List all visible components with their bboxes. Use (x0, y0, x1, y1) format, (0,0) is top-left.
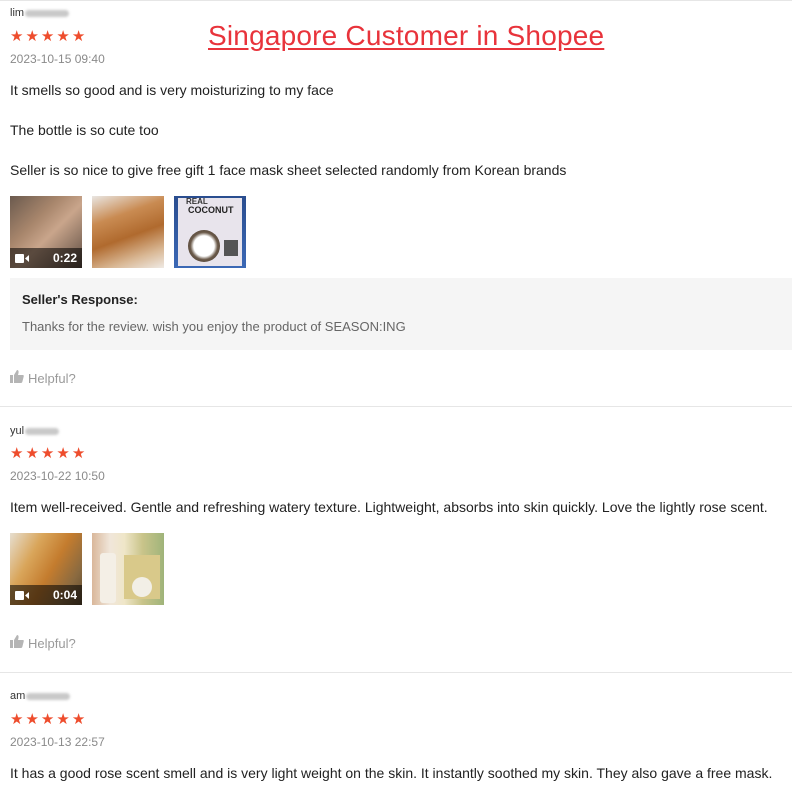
star-icon: ★ (40, 445, 55, 462)
video-camera-icon (15, 590, 29, 600)
video-bar: 0:22 (10, 248, 82, 268)
review-timestamp: 2023-10-15 09:40 (10, 52, 105, 66)
review-text-line: Seller is so nice to give free gift 1 fa… (10, 162, 567, 178)
star-icon: ★ (25, 711, 39, 728)
review-media: 0:04 (10, 533, 164, 605)
star-icon: ★ (10, 711, 24, 728)
video-thumbnail[interactable]: 0:22 (10, 196, 82, 268)
helpful-button[interactable]: Helpful? (10, 370, 76, 386)
rating-stars: ★ ★ ★ ★ ★ (10, 446, 85, 461)
review-text-line: It has a good rose scent smell and is ve… (10, 765, 773, 781)
review-divider (0, 672, 792, 673)
reviewer-name-text: yul (10, 425, 25, 437)
video-camera-icon (15, 253, 29, 263)
photo-thumbnail[interactable]: REAL COCONUT (174, 196, 246, 268)
review-text-line: The bottle is so cute too (10, 122, 159, 138)
seller-response-title: Seller's Response: (22, 292, 138, 307)
banner-title: Singapore Customer in Shopee (208, 20, 605, 51)
seller-response: Seller's Response: Thanks for the review… (10, 278, 792, 350)
star-icon: ★ (10, 28, 24, 45)
reviewer-name[interactable]: am (10, 689, 71, 703)
review-timestamp: 2023-10-13 22:57 (10, 735, 105, 749)
star-icon: ★ (71, 445, 86, 462)
star-icon: ★ (40, 711, 55, 728)
photo-thumbnail[interactable] (92, 533, 164, 605)
product-image (132, 577, 152, 597)
star-icon: ★ (71, 711, 86, 728)
video-duration: 0:04 (52, 588, 77, 602)
review-timestamp: 2023-10-22 10:50 (10, 469, 105, 483)
product-bottle (100, 553, 116, 603)
package-label: COCONUT (188, 205, 234, 215)
reviewer-name-text: lim (10, 7, 25, 19)
star-icon: ★ (56, 445, 70, 462)
rating-stars: ★ ★ ★ ★ ★ (10, 29, 85, 44)
reviewer-name[interactable]: yul (10, 424, 60, 438)
blurred-name-part (26, 692, 71, 700)
star-icon: ★ (40, 28, 55, 45)
star-icon: ★ (25, 28, 39, 45)
top-divider (0, 0, 792, 1)
thumbs-up-icon (10, 635, 24, 651)
blurred-name-part (25, 427, 60, 435)
review-media: 0:22 REAL COCONUT (10, 196, 246, 268)
review-text-line: Item well-received. Gentle and refreshin… (10, 499, 768, 515)
thumbs-up-icon (10, 370, 24, 386)
video-bar: 0:04 (10, 585, 82, 605)
video-duration: 0:22 (52, 251, 77, 265)
brand-logo (224, 240, 238, 256)
reviewer-name-text: am (10, 690, 26, 702)
review-text-line: It smells so good and is very moisturizi… (10, 82, 334, 98)
coconut-image (188, 230, 220, 262)
seller-response-text: Thanks for the review. wish you enjoy th… (22, 319, 406, 334)
review-divider (0, 406, 792, 407)
star-icon: ★ (56, 711, 70, 728)
video-thumbnail[interactable]: 0:04 (10, 533, 82, 605)
star-icon: ★ (71, 28, 86, 45)
blurred-name-part (25, 9, 70, 17)
star-icon: ★ (56, 28, 70, 45)
helpful-label: Helpful? (28, 635, 76, 651)
star-icon: ★ (10, 445, 24, 462)
photo-thumbnail[interactable] (92, 196, 164, 268)
star-icon: ★ (25, 445, 39, 462)
helpful-label: Helpful? (28, 370, 76, 386)
reviewer-name[interactable]: lim (10, 6, 70, 20)
rating-stars: ★ ★ ★ ★ ★ (10, 712, 85, 727)
helpful-button[interactable]: Helpful? (10, 635, 76, 651)
